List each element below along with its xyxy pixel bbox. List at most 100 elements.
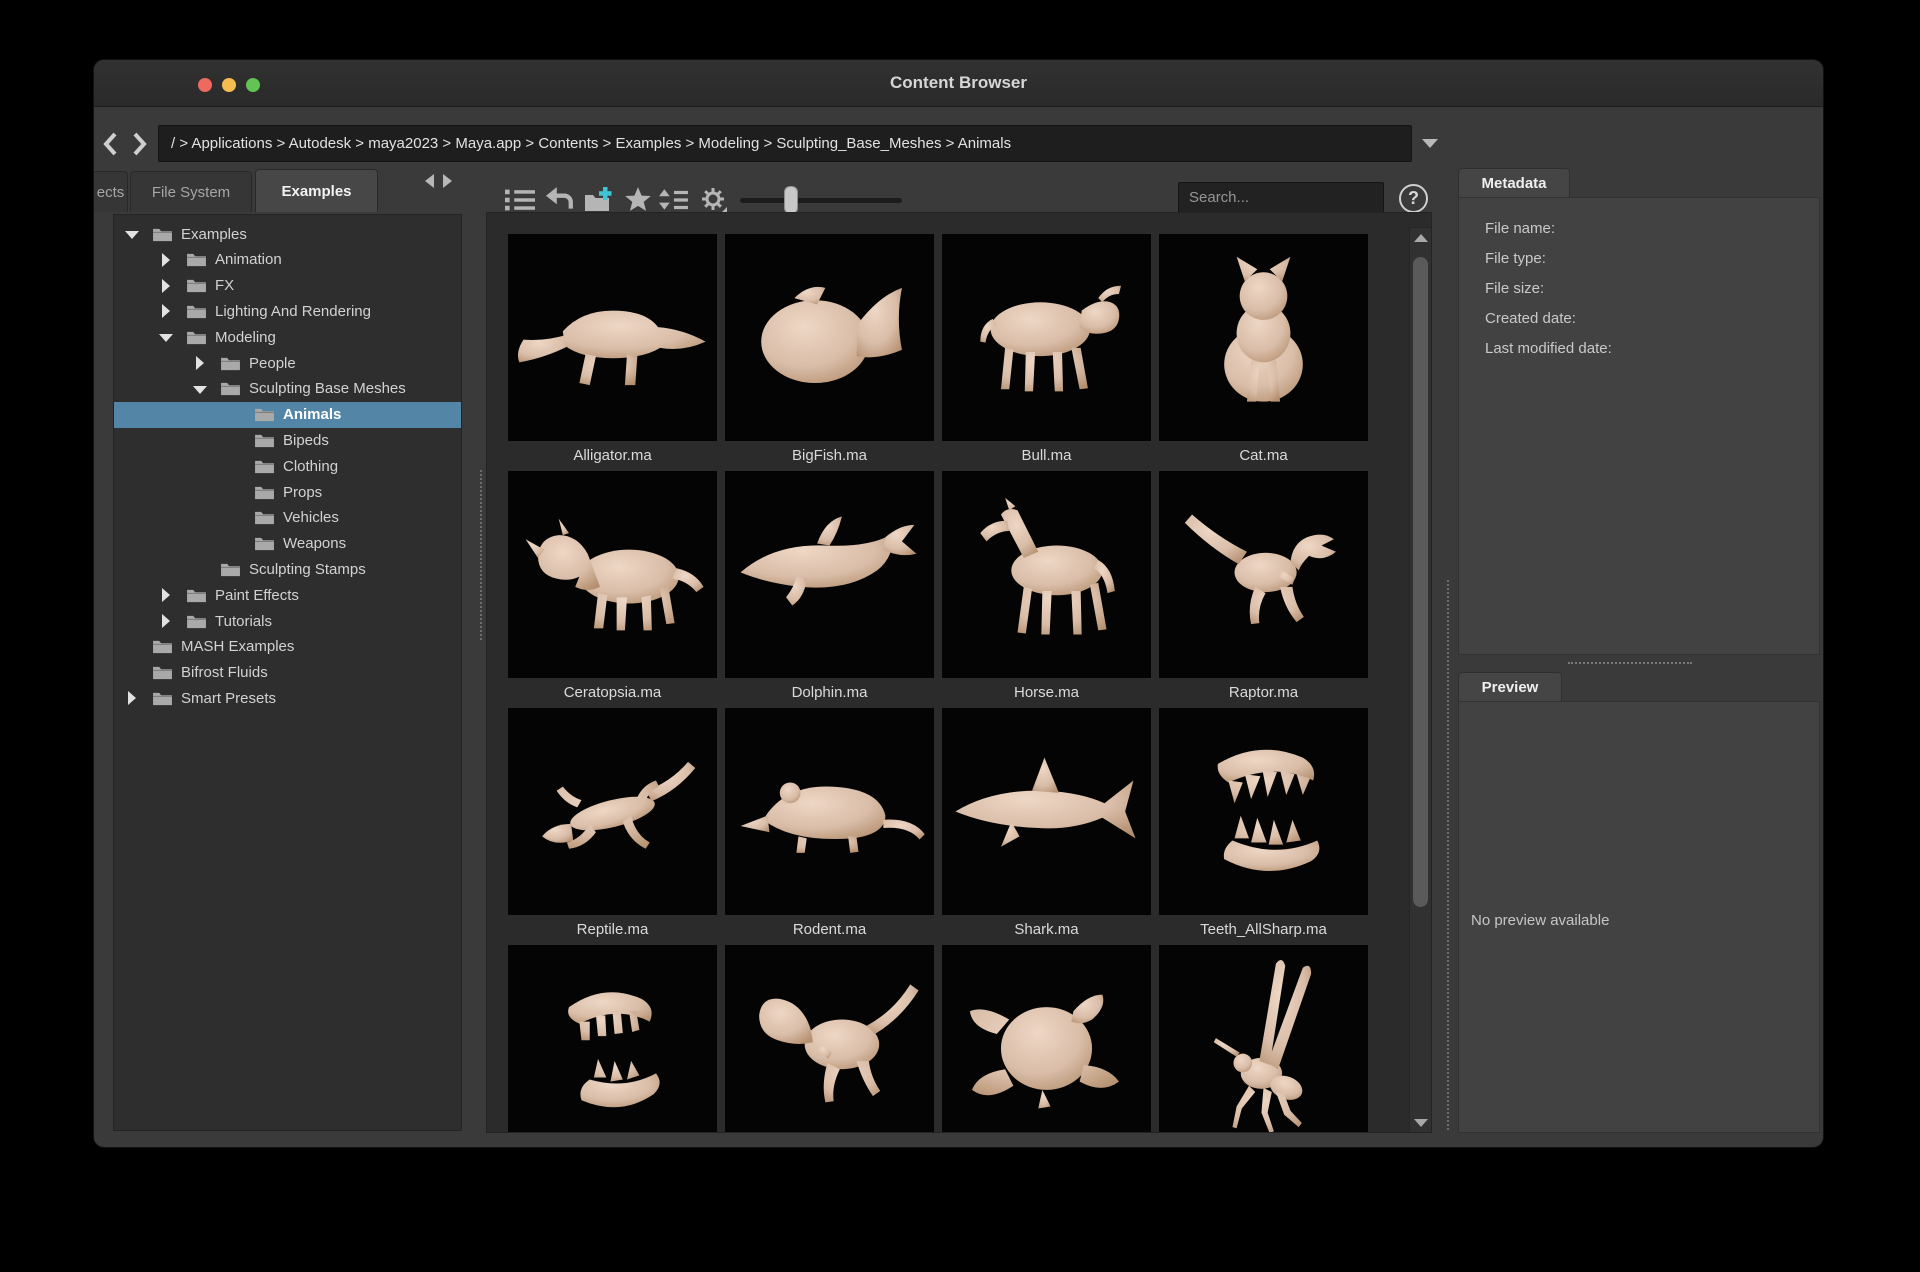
grid-item-cat[interactable]: Cat.ma (1159, 234, 1368, 471)
expand-arrow-icon[interactable] (158, 252, 174, 268)
tree-item-clothing[interactable]: Clothing (114, 453, 461, 479)
tree-item-bipeds[interactable]: Bipeds (114, 427, 461, 453)
bull-figure (942, 234, 1151, 441)
undo-icon[interactable] (545, 186, 575, 214)
raptor-figure (1159, 471, 1368, 678)
back-button[interactable] (98, 130, 124, 158)
search-input[interactable] (1178, 182, 1384, 213)
grid-item-bigfish[interactable]: BigFish.ma (725, 234, 934, 471)
tree-item-sculpting-base-meshes[interactable]: Sculpting Base Meshes (114, 376, 461, 402)
teeth-allsharp-figure (1159, 708, 1368, 915)
scroll-down-arrow[interactable] (1410, 1113, 1431, 1133)
tree-item-animals[interactable]: Animals (114, 402, 461, 428)
folder-icon (186, 251, 207, 268)
metadata-panel: File name:File type:File size:Created da… (1458, 197, 1820, 655)
metadata-preview-splitter[interactable] (1568, 662, 1692, 666)
tree-grid-splitter[interactable] (480, 470, 484, 640)
help-button[interactable]: ? (1399, 184, 1428, 213)
folder-icon (254, 458, 275, 475)
grid-item-rodent[interactable]: Rodent.ma (725, 708, 934, 945)
adjust-item-size-button[interactable] (659, 186, 689, 214)
tree-item-fx[interactable]: FX (114, 273, 461, 299)
grid-item-wasp[interactable] (1159, 945, 1368, 1133)
tab-file-system[interactable]: File System (130, 171, 252, 212)
thumbnail-bull (942, 234, 1151, 441)
grid-item-trex[interactable] (725, 945, 934, 1133)
tree-item-mash-examples[interactable]: MASH Examples (114, 634, 461, 660)
grid-item-bull[interactable]: Bull.ma (942, 234, 1151, 471)
new-folder-button[interactable] (583, 186, 613, 214)
expand-arrow-icon[interactable] (158, 587, 174, 603)
tree-item-smart-presets[interactable]: Smart Presets (114, 685, 461, 711)
grid-item-shark[interactable]: Shark.ma (942, 708, 1151, 945)
tree-item-label: Bifrost Fluids (181, 664, 268, 681)
metadata-field-label: Created date: (1459, 308, 1819, 329)
tree-item-modeling[interactable]: Modeling (114, 324, 461, 350)
settings-gear-button[interactable] (699, 186, 729, 214)
grid-item-label: Rodent.ma (725, 915, 934, 945)
expand-arrow-icon[interactable] (158, 613, 174, 629)
tab-metadata[interactable]: Metadata (1458, 168, 1570, 197)
list-view-button[interactable] (505, 186, 535, 214)
grid-item-turtle[interactable] (942, 945, 1151, 1133)
grid-item-label: Horse.ma (942, 678, 1151, 708)
tab-projects-partial[interactable]: ects (94, 171, 128, 212)
tree-item-sculpting-stamps[interactable]: Sculpting Stamps (114, 556, 461, 582)
tab-preview[interactable]: Preview (1458, 672, 1562, 701)
dolphin-figure (725, 471, 934, 678)
grid-item-jaw-open[interactable] (508, 945, 717, 1133)
tree-item-props[interactable]: Props (114, 479, 461, 505)
folder-icon (220, 355, 241, 372)
thumbnail-size-slider-track[interactable] (740, 198, 902, 203)
arrow-spacer (226, 458, 242, 474)
arrow-spacer (226, 510, 242, 526)
tree-item-tutorials[interactable]: Tutorials (114, 608, 461, 634)
scrollbar-thumb[interactable] (1413, 257, 1428, 907)
grid-item-raptor[interactable]: Raptor.ma (1159, 471, 1368, 708)
grid-scrollbar[interactable] (1409, 227, 1432, 1133)
grid-item-alligator[interactable]: Alligator.ma (508, 234, 717, 471)
arrow-spacer (192, 561, 208, 577)
window-title: Content Browser (94, 60, 1823, 106)
tree-item-examples[interactable]: Examples (114, 221, 461, 247)
tab-scroll-left-icon[interactable] (425, 174, 434, 188)
tree-item-lighting-and-rendering[interactable]: Lighting And Rendering (114, 298, 461, 324)
folder-icon (220, 561, 241, 578)
breadcrumb[interactable]: / > Applications > Autodesk > maya2023 >… (158, 125, 1412, 162)
favorites-star-button[interactable] (623, 186, 653, 214)
collapse-arrow-icon[interactable] (192, 381, 208, 397)
tab-scroll-right-icon[interactable] (443, 174, 452, 188)
expand-arrow-icon[interactable] (192, 355, 208, 371)
content-browser-window: Content Browser / > Applications > Autod… (94, 60, 1823, 1147)
tree-item-bifrost-fluids[interactable]: Bifrost Fluids (114, 660, 461, 686)
help-glyph: ? (1408, 188, 1419, 209)
tree-item-label: Tutorials (215, 613, 272, 630)
forward-button[interactable] (126, 130, 152, 158)
collapse-arrow-icon[interactable] (158, 329, 174, 345)
thumbnail-size-slider-handle[interactable] (784, 186, 798, 214)
collapse-arrow-icon[interactable] (124, 226, 140, 242)
scroll-up-arrow[interactable] (1410, 228, 1431, 248)
breadcrumb-path[interactable]: / > Applications > Autodesk > maya2023 >… (171, 135, 1011, 152)
title-bar[interactable]: Content Browser (94, 60, 1823, 107)
expand-arrow-icon[interactable] (158, 278, 174, 294)
tree-item-people[interactable]: People (114, 350, 461, 376)
tree-item-weapons[interactable]: Weapons (114, 531, 461, 557)
folder-icon (254, 432, 275, 449)
path-dropdown-icon[interactable] (1422, 139, 1438, 148)
tree-item-animation[interactable]: Animation (114, 247, 461, 273)
expand-arrow-icon[interactable] (124, 690, 140, 706)
tab-examples[interactable]: Examples (255, 169, 378, 212)
no-preview-text: No preview available (1471, 912, 1609, 929)
grid-item-ceratopsia[interactable]: Ceratopsia.ma (508, 471, 717, 708)
grid-metadata-splitter[interactable] (1447, 580, 1451, 1130)
grid-item-dolphin[interactable]: Dolphin.ma (725, 471, 934, 708)
grid-item-reptile[interactable]: Reptile.ma (508, 708, 717, 945)
grid-item-teeth-allsharp[interactable]: Teeth_AllSharp.ma (1159, 708, 1368, 945)
expand-arrow-icon[interactable] (158, 303, 174, 319)
tab-label: Examples (281, 183, 351, 200)
tree-item-vehicles[interactable]: Vehicles (114, 505, 461, 531)
grid-item-horse[interactable]: Horse.ma (942, 471, 1151, 708)
tree-item-label: Lighting And Rendering (215, 303, 371, 320)
tree-item-paint-effects[interactable]: Paint Effects (114, 582, 461, 608)
